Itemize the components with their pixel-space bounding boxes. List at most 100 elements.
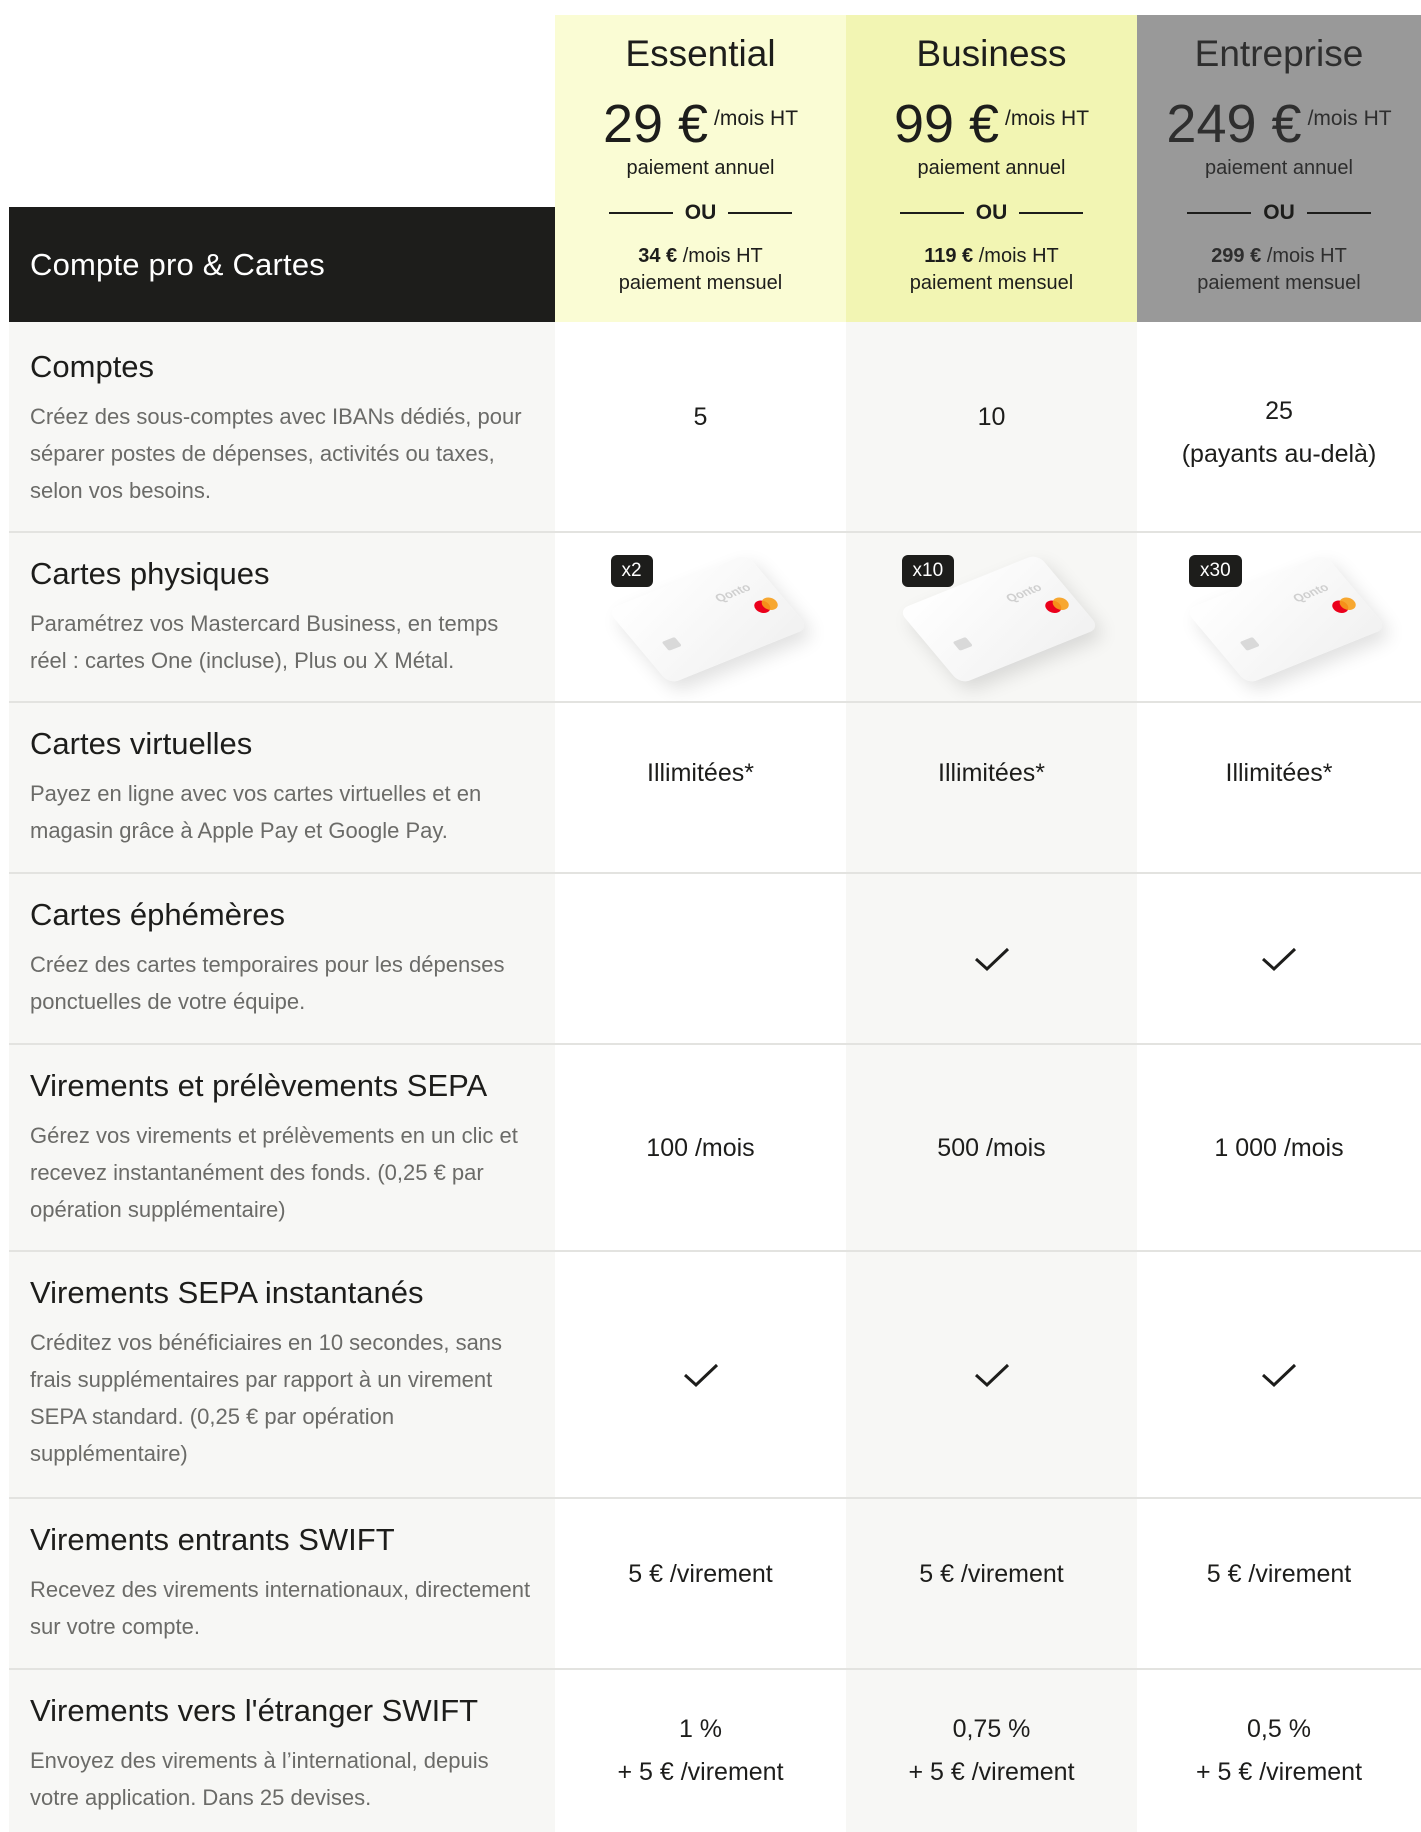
- monthly-amount: 34 €: [638, 245, 678, 267]
- feature-title: Virements SEPA instantanés: [30, 1275, 424, 1310]
- annual-label: paiement annuel: [917, 157, 1066, 179]
- feature-description-cell: Virements et prélèvements SEPA Gérez vos…: [9, 1045, 555, 1251]
- divider-line: [899, 212, 964, 214]
- divider-line: [608, 212, 673, 214]
- value-text: Illimitées*: [647, 758, 754, 787]
- or-label: OU: [684, 201, 717, 224]
- check-icon: [974, 947, 1009, 972]
- monthly-price: 119 € /mois HT paiement mensuel: [910, 243, 1073, 297]
- value-essential: 5 € /virement: [555, 1499, 846, 1669]
- value-text: 0,75 % + 5 € /virement: [908, 1708, 1074, 1794]
- feature-title: Cartes physiques: [30, 556, 270, 591]
- chip-icon: [1239, 636, 1260, 651]
- divider-line: [1187, 212, 1252, 214]
- card-count-badge: x10: [901, 554, 955, 587]
- value-business: 0,75 % + 5 € /virement: [846, 1670, 1137, 1832]
- monthly-label: paiement mensuel: [909, 272, 1074, 294]
- divider-line: [1306, 212, 1371, 214]
- value-text: 500 /mois: [937, 1133, 1046, 1162]
- feature-row-comptes: Comptes Créez des sous-comptes avec IBAN…: [9, 322, 1421, 533]
- monthly-label: paiement mensuel: [1197, 272, 1361, 294]
- value-entreprise: Illimitées*: [1137, 703, 1421, 873]
- value-text: Illimitées*: [1225, 758, 1333, 787]
- annual-price: 99 € /mois HT: [894, 95, 1089, 153]
- value-entreprise: [1137, 1252, 1421, 1498]
- monthly-amount: 119 €: [924, 245, 974, 267]
- value-line: 0,5 %: [1247, 1715, 1311, 1743]
- value-line: 25: [1265, 396, 1293, 425]
- section-title: Compte pro & Cartes: [9, 207, 555, 322]
- value-line: 1 %: [678, 1715, 723, 1743]
- monthly-amount: 299 €: [1211, 245, 1262, 267]
- value-entreprise: 1 000 /mois: [1137, 1045, 1421, 1251]
- annual-label: paiement annuel: [1205, 157, 1353, 179]
- feature-description-cell: Virements vers l'étranger SWIFT Envoyez …: [9, 1670, 555, 1832]
- plan-entreprise: Entreprise 249 € /mois HT paiement annue…: [1137, 15, 1421, 322]
- plan-name: Essential: [625, 33, 776, 74]
- value-entreprise: [1137, 874, 1421, 1044]
- price-amount: 249 €: [1166, 94, 1302, 154]
- feature-title: Cartes virtuelles: [30, 726, 253, 761]
- plan-name: Entreprise: [1194, 33, 1364, 74]
- card-illustration: Qonto x10: [897, 553, 1100, 684]
- feature-title: Comptes: [30, 349, 155, 384]
- feature-description-cell: Cartes physiques Paramétrez vos Masterca…: [9, 533, 555, 702]
- feature-description-cell: Virements entrants SWIFT Recevez des vir…: [9, 1499, 555, 1669]
- feature-description: Gérez vos virements et prélèvements en u…: [30, 1123, 518, 1222]
- feature-row-cartes-ephemeres: Cartes éphémères Créez des cartes tempor…: [9, 874, 1421, 1044]
- value-text: 5 € /virement: [919, 1559, 1064, 1588]
- value-essential: 1 % + 5 € /virement: [555, 1670, 846, 1832]
- feature-title: Virements entrants SWIFT: [30, 1522, 395, 1557]
- card-illustration: Qonto x2: [606, 553, 809, 684]
- feature-description: Créez des cartes temporaires pour les dé…: [30, 952, 505, 1014]
- feature-row-sepa-instantanes: Virements SEPA instantanés Créditez vos …: [9, 1252, 1421, 1498]
- value-business: [846, 874, 1137, 1044]
- value-text: 100 /mois: [646, 1133, 755, 1162]
- feature-description-cell: Virements SEPA instantanés Créditez vos …: [9, 1252, 555, 1498]
- value-text: 1 000 /mois: [1214, 1133, 1344, 1162]
- value-text: Illimitées*: [938, 758, 1045, 787]
- pricing-comparison-page: Compte pro & Cartes Essential 29 € /mois…: [0, 0, 1421, 1832]
- feature-description: Paramétrez vos Mastercard Business, en t…: [30, 611, 499, 673]
- feature-description: Créez des sous-comptes avec IBANs dédiés…: [30, 404, 522, 503]
- price-unit: /mois HT: [1307, 107, 1392, 130]
- monthly-unit: /mois HT: [682, 245, 763, 267]
- monthly-label: paiement mensuel: [618, 272, 783, 294]
- value-business: Qonto x10: [846, 533, 1137, 702]
- feature-description: Recevez des virements internationaux, di…: [30, 1577, 531, 1639]
- price-unit: /mois HT: [1005, 107, 1090, 130]
- feature-title: Virements vers l'étranger SWIFT: [30, 1693, 479, 1728]
- price-amount: 29 €: [602, 94, 709, 154]
- annual-price: 29 € /mois HT: [603, 95, 798, 153]
- value-essential: Qonto x2: [555, 533, 846, 702]
- monthly-price: 34 € /mois HT paiement mensuel: [619, 243, 782, 297]
- value-line: (payants au-delà): [1181, 439, 1377, 468]
- feature-description-cell: Cartes éphémères Créez des cartes tempor…: [9, 874, 555, 1044]
- feature-row-cartes-virtuelles: Cartes virtuelles Payez en ligne avec vo…: [9, 703, 1421, 873]
- value-entreprise: 25 (payants au-delà): [1137, 322, 1421, 533]
- monthly-unit: /mois HT: [978, 245, 1059, 267]
- card-illustration: Qonto x30: [1185, 553, 1387, 684]
- card-brand: Qonto: [1289, 580, 1332, 605]
- monthly-unit: /mois HT: [1266, 245, 1347, 267]
- value-text: 5: [693, 403, 708, 431]
- value-essential: Illimitées*: [555, 703, 846, 873]
- card-count-badge: x30: [1189, 554, 1242, 587]
- value-business: Illimitées*: [846, 703, 1137, 873]
- feature-row-swift-entrants: Virements entrants SWIFT Recevez des vir…: [9, 1499, 1421, 1669]
- value-text: 10: [977, 403, 1006, 431]
- feature-description: Envoyez des virements à l’international,…: [30, 1748, 489, 1810]
- value-text: 5 € /virement: [628, 1559, 773, 1588]
- pricing-header: Compte pro & Cartes Essential 29 € /mois…: [0, 0, 1421, 322]
- value-business: 500 /mois: [846, 1045, 1137, 1251]
- value-business: 5 € /virement: [846, 1499, 1137, 1669]
- value-essential: [555, 874, 846, 1044]
- check-icon: [1261, 947, 1297, 972]
- or-separator: OU: [888, 201, 1096, 225]
- or-label: OU: [1263, 201, 1295, 224]
- price-amount: 99 €: [893, 94, 1000, 154]
- feature-row-cartes-physiques: Cartes physiques Paramétrez vos Masterca…: [9, 533, 1421, 702]
- value-text: 0,5 % + 5 € /virement: [1196, 1708, 1362, 1794]
- value-business: 10: [846, 322, 1137, 533]
- card-brand: Qonto: [711, 580, 754, 605]
